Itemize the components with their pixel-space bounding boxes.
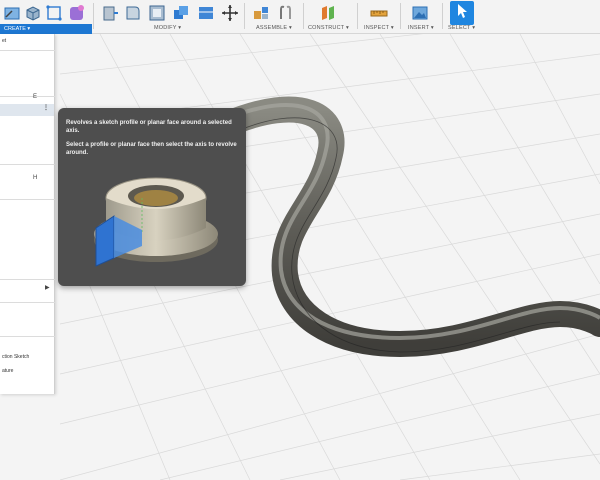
tooltip-title: Revolves a sketch profile or planar face… (66, 120, 232, 134)
menu-divider (0, 164, 55, 165)
shell-icon[interactable] (146, 2, 168, 24)
form-icon[interactable] (66, 2, 88, 24)
press-pull-icon[interactable] (99, 2, 121, 24)
revolve-tooltip: Revolves a sketch profile or planar face… (58, 108, 246, 286)
insert-menu-label[interactable]: INSERT ▾ (408, 25, 434, 31)
create-dropdown-menu: et E ⋮ H ▶ ction Sketch ature (0, 34, 55, 394)
shortcut-h: H (33, 175, 38, 181)
toolbar-separator (244, 3, 245, 29)
menu-item[interactable]: et (2, 38, 6, 44)
toolbar-separator (442, 3, 443, 29)
fillet-icon[interactable] (122, 2, 144, 24)
replace-face-icon[interactable] (195, 2, 217, 24)
toolbar-separator (303, 3, 304, 29)
menu-divider (0, 199, 55, 200)
create-menu-tab[interactable]: CREATE ▾ (0, 24, 92, 34)
more-options-icon[interactable]: ⋮ (43, 104, 49, 111)
insert-image-icon[interactable] (409, 2, 431, 24)
assemble-menu-label[interactable]: ASSEMBLE ▾ (256, 25, 292, 31)
box-icon[interactable] (22, 2, 44, 24)
toolbar-separator (357, 3, 358, 29)
select-menu-label[interactable]: SELECT ▾ (448, 25, 475, 31)
select-button[interactable] (450, 1, 474, 25)
create-sketch-icon[interactable] (2, 2, 24, 24)
combine-icon[interactable] (170, 2, 192, 24)
form-edit-icon[interactable] (43, 2, 65, 24)
measure-icon[interactable] (368, 2, 390, 24)
menu-item-feature[interactable]: ature (2, 368, 13, 374)
menu-divider (0, 302, 55, 303)
tooltip-body: Select a profile or planar face then sel… (66, 142, 237, 156)
modify-menu-label[interactable]: MODIFY ▾ (154, 25, 181, 31)
construct-menu-label[interactable]: CONSTRUCT ▾ (308, 25, 349, 31)
menu-divider (0, 336, 55, 337)
inspect-menu-label[interactable]: INSPECT ▾ (364, 25, 394, 31)
move-icon[interactable] (219, 2, 241, 24)
menu-item-projection-sketch[interactable]: ction Sketch (2, 354, 29, 360)
toolbar-separator (93, 3, 94, 29)
select-cursor-icon (455, 3, 469, 24)
submenu-arrow-icon[interactable]: ▶ (45, 284, 50, 291)
menu-divider (0, 279, 55, 280)
shortcut-e: E (33, 94, 38, 100)
offset-plane-icon[interactable] (317, 2, 339, 24)
menu-divider (0, 96, 55, 97)
joint-icon[interactable] (275, 2, 297, 24)
new-component-icon[interactable] (250, 2, 272, 24)
revolve-illustration (94, 177, 218, 267)
toolbar-separator (400, 3, 401, 29)
menu-divider (0, 50, 55, 51)
toolbar: CREATE ▾ MODIFY ▾ ASSEMBLE ▾ CONSTRUCT ▾… (0, 0, 600, 34)
